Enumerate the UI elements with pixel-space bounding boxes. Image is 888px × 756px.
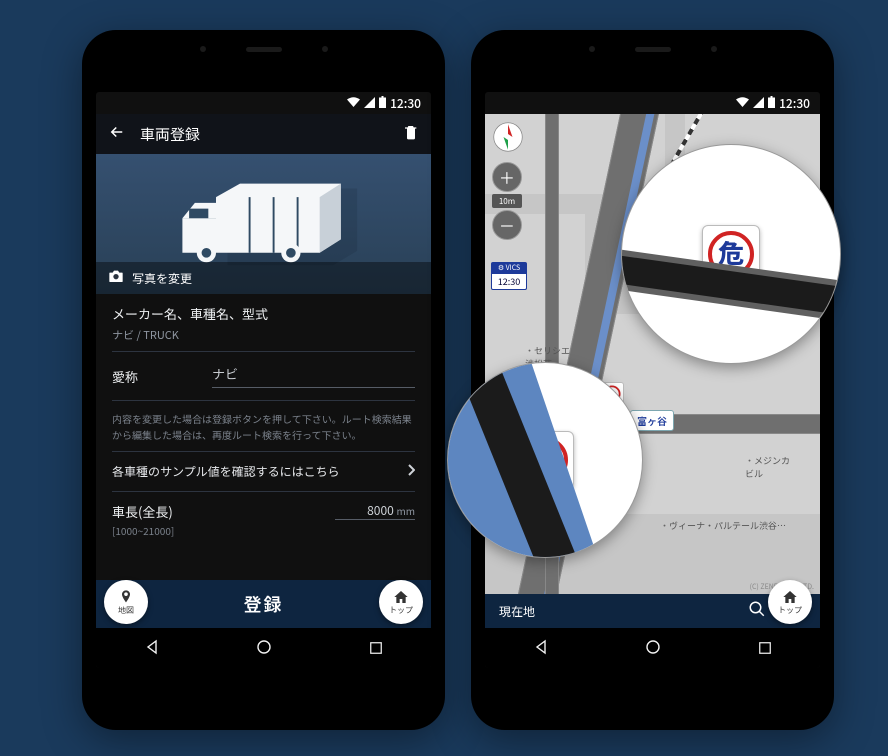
zoom-out-button[interactable]: － bbox=[492, 210, 522, 240]
truck-icon bbox=[164, 176, 364, 272]
fab-map[interactable]: 地図 bbox=[104, 580, 148, 624]
maker-label: メーカー名、車種名、型式 bbox=[112, 304, 415, 323]
vics-label: ⚙ VICS bbox=[491, 262, 527, 274]
android-statusbar: 12:30 bbox=[96, 92, 431, 114]
length-row: 車長(全長) 8000 mm [1000~21000] bbox=[112, 492, 415, 538]
delete-icon[interactable] bbox=[403, 122, 419, 146]
sample-values-link[interactable]: 各車種のサンプル値を確認するにはこちら bbox=[112, 451, 415, 492]
statusbar-time: 12:30 bbox=[779, 95, 810, 112]
signal-icon bbox=[364, 95, 375, 112]
phone-notch bbox=[200, 46, 328, 52]
nickname-row: 愛称 ナビ bbox=[112, 352, 415, 401]
length-label: 車長(全長) bbox=[112, 502, 173, 521]
nickname-label: 愛称 bbox=[112, 367, 192, 386]
poi-label: ヴィーナ・パルテール渋谷… bbox=[660, 519, 786, 532]
vehicle-form: メーカー名、車種名、型式 ナビ / TRUCK 愛称 ナビ 内容を変更した場合は… bbox=[96, 294, 431, 538]
fab-top[interactable]: トップ bbox=[379, 580, 423, 624]
wifi-icon bbox=[736, 95, 749, 112]
maker-value: ナビ / TRUCK bbox=[112, 327, 415, 343]
chevron-right-icon bbox=[407, 463, 415, 480]
register-button[interactable]: 登録 bbox=[244, 591, 284, 617]
nav-recent-icon[interactable] bbox=[758, 636, 772, 660]
magnifier-no-truck-sign bbox=[447, 362, 643, 558]
camera-icon bbox=[108, 269, 124, 287]
back-icon[interactable] bbox=[108, 122, 126, 146]
nav-back-icon[interactable] bbox=[533, 636, 549, 660]
signal-icon bbox=[753, 95, 764, 112]
change-photo-button[interactable]: 写真を変更 bbox=[96, 262, 431, 294]
compass-icon[interactable] bbox=[493, 122, 523, 152]
vics-badge[interactable]: ⚙ VICS 12:30 bbox=[491, 262, 527, 290]
home-icon bbox=[781, 589, 799, 605]
magnifier-danger-sign: 危 bbox=[621, 144, 841, 364]
android-navbar bbox=[485, 628, 820, 668]
nav-recent-icon[interactable] bbox=[369, 636, 383, 660]
fab-top[interactable]: トップ bbox=[768, 580, 812, 624]
vehicle-header: 車両登録 bbox=[96, 114, 431, 154]
length-input[interactable]: 8000 mm bbox=[335, 502, 415, 520]
battery-icon bbox=[379, 95, 386, 112]
length-range: [1000~21000] bbox=[112, 521, 415, 538]
home-icon bbox=[392, 589, 410, 605]
nickname-input[interactable]: ナビ bbox=[212, 364, 415, 388]
maker-row[interactable]: メーカー名、車種名、型式 ナビ / TRUCK bbox=[112, 294, 415, 352]
battery-icon bbox=[768, 95, 775, 112]
zoom-in-button[interactable]: ＋ bbox=[492, 162, 522, 192]
current-location-button[interactable]: 現在地 bbox=[499, 603, 535, 620]
search-icon[interactable] bbox=[748, 599, 766, 623]
statusbar-time: 12:30 bbox=[390, 95, 421, 112]
pin-icon bbox=[117, 589, 135, 605]
android-navbar bbox=[96, 628, 431, 668]
wifi-icon bbox=[347, 95, 360, 112]
phone-notch bbox=[589, 46, 717, 52]
poi-label: メジンカ ビル bbox=[745, 454, 790, 480]
nav-back-icon[interactable] bbox=[144, 636, 160, 660]
form-note: 内容を変更した場合は登録ボタンを押して下さい。ルート検索結果から編集した場合は、… bbox=[112, 401, 415, 451]
android-statusbar: 12:30 bbox=[485, 92, 820, 114]
nav-home-icon[interactable] bbox=[645, 636, 661, 660]
nav-home-icon[interactable] bbox=[256, 636, 272, 660]
screen-vehicle: 12:30 車両登録 bbox=[96, 92, 431, 668]
phone-vehicle-register: 12:30 車両登録 bbox=[82, 30, 445, 730]
vehicle-hero: 写真を変更 bbox=[96, 154, 431, 294]
vics-time: 12:30 bbox=[491, 274, 527, 290]
zoom-controls: ＋ 10m － bbox=[493, 162, 521, 240]
change-photo-label: 写真を変更 bbox=[132, 270, 192, 287]
zoom-scale-label: 10m bbox=[492, 194, 522, 208]
sample-link-label: 各車種のサンプル値を確認するにはこちら bbox=[112, 463, 340, 480]
page-title: 車両登録 bbox=[140, 124, 389, 145]
